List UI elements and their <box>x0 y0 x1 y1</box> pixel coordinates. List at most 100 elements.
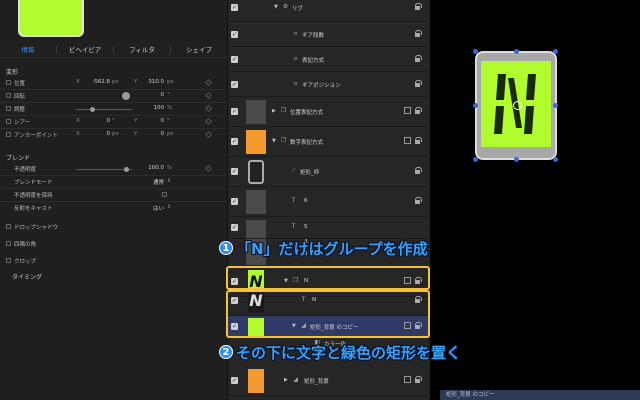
rotation-field[interactable]: 0 <box>140 92 165 98</box>
mask-icon[interactable] <box>404 107 411 114</box>
keyframe-icon[interactable] <box>204 164 213 173</box>
layer-visibility-checkbox[interactable]: ✓ <box>231 224 238 231</box>
layer-visibility-checkbox[interactable]: ✓ <box>231 4 238 11</box>
resize-handle[interactable] <box>473 103 478 108</box>
layer-row-bg[interactable]: ✓ ▶ ◢ 矩形_背景 <box>228 366 430 396</box>
opacity-field[interactable]: 100.0 <box>140 165 164 171</box>
lock-icon[interactable] <box>414 376 422 383</box>
resize-handle[interactable] <box>553 157 558 162</box>
tab-filters[interactable]: フィルタ <box>114 42 170 58</box>
layer-visibility-checkbox[interactable]: ✓ <box>231 278 238 285</box>
scale-expand-toggle[interactable] <box>6 106 11 111</box>
layer-row[interactable]: ✓ ▼ ❐ 数字表記方式 <box>228 127 430 157</box>
layer-row[interactable]: ✓ T 6 <box>228 187 430 217</box>
canvas-viewer[interactable]: 矩形_背景 のコピー <box>430 0 640 400</box>
transform-section-title[interactable]: 変形 <box>6 67 18 76</box>
lock-icon[interactable] <box>414 80 422 87</box>
layer-visibility-checkbox[interactable]: ✓ <box>231 168 238 175</box>
scale-slider[interactable] <box>76 107 132 112</box>
preserve-opacity-checkbox[interactable] <box>162 192 167 197</box>
mask-icon[interactable] <box>404 137 411 144</box>
position-y-field[interactable]: 310.0 <box>140 79 164 85</box>
layer-visibility-checkbox[interactable]: ✓ <box>231 323 238 330</box>
shear-expand-toggle[interactable] <box>6 119 11 124</box>
lock-icon[interactable] <box>414 55 422 62</box>
crop-row[interactable]: クロップ <box>0 255 227 267</box>
shear-x-field[interactable]: 0 <box>86 118 111 124</box>
layer-row[interactable]: ✓ ▫ ギア段数 <box>228 22 430 47</box>
anchor-point-icon[interactable] <box>513 101 522 110</box>
anchor-expand-toggle[interactable] <box>6 132 11 137</box>
four-corner-checkbox[interactable] <box>6 241 11 246</box>
layer-visibility-checkbox[interactable]: ✓ <box>231 198 238 205</box>
layer-row-n-text[interactable]: ✓ N T N <box>228 286 430 316</box>
layer-visibility-checkbox[interactable]: ✓ <box>231 56 238 63</box>
layer-visibility-checkbox[interactable]: ✓ <box>231 108 238 115</box>
lock-icon[interactable] <box>414 277 422 284</box>
layer-row[interactable]: ✓ ▼ ⚙ リグ <box>228 0 430 22</box>
drop-shadow-row[interactable]: ドロップシャドウ <box>0 221 227 233</box>
keyframe-icon[interactable] <box>204 78 213 87</box>
tab-behaviors[interactable]: ビヘイビア <box>57 42 113 58</box>
shear-y-field[interactable]: 0 <box>140 118 165 124</box>
lock-icon[interactable] <box>414 3 422 10</box>
blend-mode-select[interactable]: 通常 <box>140 178 164 186</box>
anchor-y-field[interactable]: 0 <box>140 131 165 137</box>
disclosure-triangle-icon[interactable]: ▼ <box>284 278 288 284</box>
rotation-dial[interactable] <box>122 92 130 100</box>
lock-icon[interactable] <box>414 107 422 114</box>
resize-handle[interactable] <box>514 157 519 162</box>
resize-handle[interactable] <box>473 49 478 54</box>
resize-handle[interactable] <box>473 157 478 162</box>
layer-visibility-checkbox[interactable]: ✓ <box>231 377 238 384</box>
position-x-field[interactable]: -562.8 <box>86 79 110 85</box>
disclosure-triangle-icon[interactable]: ▶ <box>284 377 288 383</box>
layer-row[interactable]: ✓ T 5 <box>228 217 430 239</box>
layer-row[interactable]: ✓ ⟋ 矩形_枠 <box>228 157 430 187</box>
keyframe-icon[interactable] <box>204 117 213 126</box>
layer-visibility-checkbox[interactable]: ✓ <box>231 138 238 145</box>
disclosure-triangle-icon[interactable]: ▼ <box>272 138 276 144</box>
dropdown-chevron-icon[interactable]: ⇕ <box>167 204 171 210</box>
crop-checkbox[interactable] <box>6 258 11 263</box>
tab-shape[interactable]: シェイプ <box>171 42 227 58</box>
lock-icon[interactable] <box>414 137 422 144</box>
cast-reflection-select[interactable]: はい <box>140 204 164 212</box>
position-expand-toggle[interactable] <box>6 80 11 85</box>
opacity-slider[interactable] <box>76 167 132 172</box>
anchor-x-field[interactable]: 0 <box>86 131 111 137</box>
resize-handle[interactable] <box>514 49 519 54</box>
disclosure-triangle-icon[interactable]: ▼ <box>292 323 296 329</box>
rotation-expand-toggle[interactable] <box>6 93 11 98</box>
mask-icon[interactable] <box>404 376 411 383</box>
dropdown-chevron-icon[interactable]: ⇕ <box>167 178 171 184</box>
slider-knob[interactable] <box>124 167 129 172</box>
timing-section-title[interactable]: タイミング <box>12 272 42 281</box>
lock-icon[interactable] <box>414 197 422 204</box>
drop-shadow-checkbox[interactable] <box>6 224 11 229</box>
lock-icon[interactable] <box>414 30 422 37</box>
four-corner-row[interactable]: 四隅の角 <box>0 238 227 250</box>
tab-info[interactable]: 情報 <box>0 42 56 58</box>
layer-row-bg-copy[interactable]: ✓ ▼ ◢ 矩形_背景 のコピー <box>228 316 430 338</box>
lock-icon[interactable] <box>414 296 422 303</box>
disclosure-triangle-icon[interactable]: ▼ <box>274 4 278 10</box>
lock-icon[interactable] <box>414 322 422 329</box>
mask-icon[interactable] <box>404 322 411 329</box>
layer-visibility-checkbox[interactable]: ✓ <box>231 297 238 304</box>
lock-icon[interactable] <box>414 167 422 174</box>
scale-field[interactable]: 100 <box>140 105 165 111</box>
keyframe-icon[interactable] <box>204 130 213 139</box>
layer-row[interactable]: ✓ ▫ 表記方式 <box>228 47 430 72</box>
disclosure-triangle-icon[interactable]: ▶ <box>272 108 276 114</box>
slider-knob[interactable] <box>90 107 95 112</box>
keyframe-icon[interactable] <box>204 91 213 100</box>
resize-handle[interactable] <box>553 103 558 108</box>
resize-handle[interactable] <box>553 49 558 54</box>
layer-row[interactable]: ✓ ▫ ギアポジション <box>228 72 430 97</box>
mask-icon[interactable] <box>404 277 411 284</box>
keyframe-icon[interactable] <box>204 104 213 113</box>
layer-visibility-checkbox[interactable]: ✓ <box>231 81 238 88</box>
blend-section-title[interactable]: ブレンド <box>6 153 30 162</box>
layer-row[interactable]: ✓ ▶ ❐ 位置表記方式 <box>228 97 430 127</box>
